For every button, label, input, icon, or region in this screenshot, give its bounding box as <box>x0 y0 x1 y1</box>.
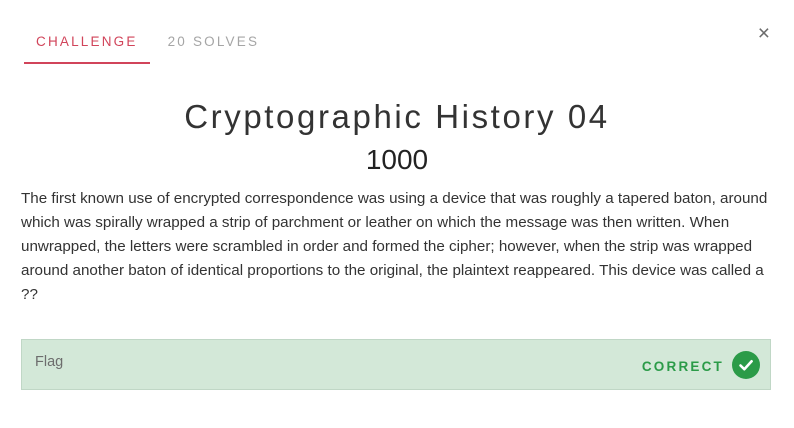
flag-submission-row: CORRECT <box>21 339 771 390</box>
challenge-description: The first known use of encrypted corresp… <box>21 190 768 303</box>
challenge-title: Cryptographic History 04 <box>184 98 610 135</box>
correct-status: CORRECT <box>642 351 760 379</box>
flag-input[interactable] <box>35 354 635 370</box>
challenge-points: 1000 <box>365 144 429 175</box>
tab-challenge[interactable]: CHALLENGE <box>24 20 150 64</box>
correct-label: CORRECT <box>641 358 724 374</box>
challenge-modal: CHALLENGE 20 SOLVES × Cryptographic Hist… <box>0 0 794 428</box>
tab-solves[interactable]: 20 SOLVES <box>156 20 272 64</box>
close-icon[interactable]: × <box>758 22 770 46</box>
modal-tabs: CHALLENGE 20 SOLVES <box>24 20 271 64</box>
check-circle-icon <box>732 351 760 379</box>
